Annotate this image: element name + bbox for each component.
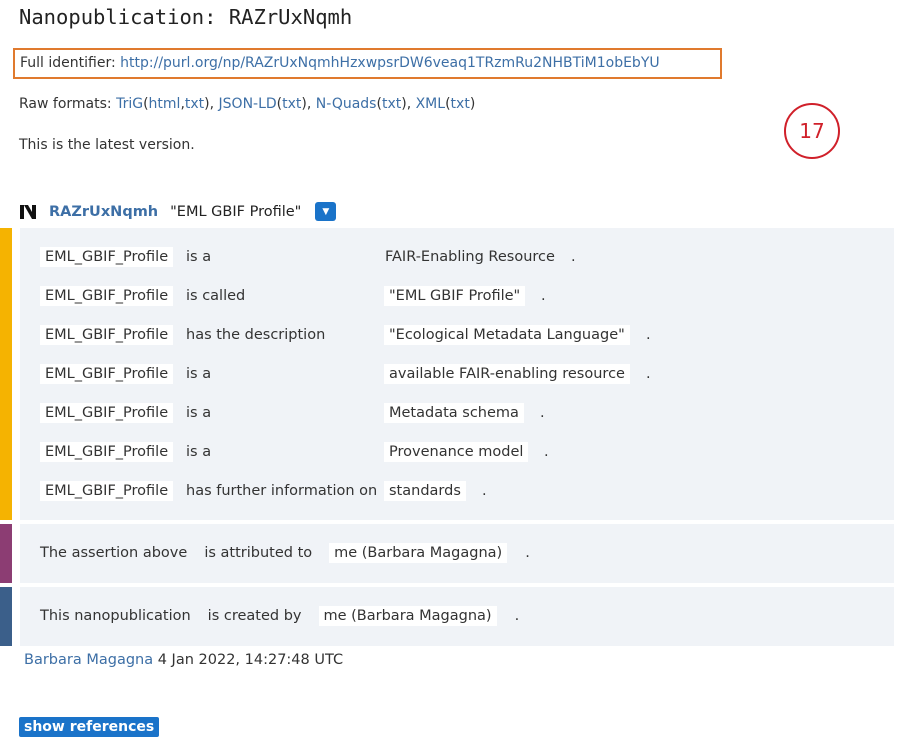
triple-terminator: . [482,483,487,499]
triple-subject[interactable]: EML_GBIF_Profile [40,247,174,267]
triple-subject[interactable]: EML_GBIF_Profile [40,325,174,345]
triple-predicate[interactable]: is a [186,444,211,460]
triple-predicate[interactable]: is called [186,288,245,304]
pubinfo-triple: This nanopublication is created by me (B… [40,604,519,628]
triple-terminator: . [544,444,549,460]
format-n-quads-txt-link[interactable]: txt [382,96,401,112]
step-number-badge: 17 [784,103,840,159]
publication-date: 4 Jan 2022, 14:27:48 UTC [157,652,344,668]
triple-predicate[interactable]: is a [186,366,211,382]
triple-terminator: . [525,545,530,561]
format-xml-txt-link[interactable]: txt [451,96,470,112]
raw-formats-list: TriG(html,txt), JSON-LD(txt), N-Quads(tx… [116,96,476,112]
triple-object[interactable]: "EML GBIF Profile" [384,286,526,306]
triple-object[interactable]: me (Barbara Magagna) [318,606,497,626]
triple-terminator: . [646,327,651,343]
triple-terminator: . [571,249,576,265]
format-json-ld-link[interactable]: JSON-LD [219,96,277,112]
format-trig-html-link[interactable]: html [149,96,181,112]
triple-object[interactable]: Provenance model [384,442,529,462]
triple-predicate[interactable]: is a [186,249,211,265]
page-title: Nanopublication: RAZrUxNqmh [19,5,353,29]
triple-object[interactable]: available FAIR-enabling resource [384,364,630,384]
triple-subject[interactable]: EML_GBIF_Profile [40,286,174,306]
triple-subject[interactable]: EML_GBIF_Profile [40,364,174,384]
triple-predicate[interactable]: is created by [208,608,302,624]
triple-subject[interactable]: EML_GBIF_Profile [40,403,174,423]
format-n-quads-link[interactable]: N-Quads [316,96,377,112]
provenance-graph: The assertion above is attributed to me … [0,524,894,583]
triple-subject[interactable]: EML_GBIF_Profile [40,442,174,462]
triple-object[interactable]: me (Barbara Magagna) [329,543,508,563]
chevron-down-icon: ▼ [322,206,330,217]
format-xml-link[interactable]: XML [416,96,445,112]
full-identifier-link[interactable]: http://purl.org/np/RAZrUxNqmhHzxwpsrDW6v… [120,55,659,71]
triple-terminator: . [514,608,520,624]
pubinfo-graph: This nanopublication is created by me (B… [0,587,894,646]
format-json-ld-txt-link[interactable]: txt [282,96,301,112]
triple-object[interactable]: "Ecological Metadata Language" [384,325,630,345]
triple-terminator: . [646,366,651,382]
full-identifier-label: Full identifier: [20,55,116,71]
author-link[interactable]: Barbara Magagna [24,652,153,668]
provenance-bar [0,524,12,583]
nanopub-dropdown-button[interactable]: ▼ [315,202,337,221]
nanopub-label: "EML GBIF Profile" [170,203,302,220]
triple-subject[interactable]: EML_GBIF_Profile [40,481,174,501]
triple-predicate[interactable]: is a [186,405,211,421]
triple-predicate[interactable]: has the description [186,327,325,343]
nanopub-header: RAZrUxNqmh "EML GBIF Profile" ▼ [19,202,337,221]
full-identifier-highlight: Full identifier: http://purl.org/np/RAZr… [13,48,722,79]
triple-predicate[interactable]: has further information on [186,483,377,499]
triple-terminator: . [541,288,546,304]
assertion-body: EML_GBIF_Profile is a FAIR-Enabling Resour… [20,228,894,520]
triple-subject[interactable]: This nanopublication [40,608,191,624]
provenance-triple: The assertion above is attributed to me … [40,541,530,565]
triple-predicate[interactable]: is attributed to [204,545,312,561]
pubinfo-body: This nanopublication is created by me (B… [20,587,894,646]
triple-subject[interactable]: The assertion above [40,545,187,561]
triple-object[interactable]: FAIR-Enabling Resource [385,249,555,265]
assertion-bar [0,228,12,520]
assertion-graph: EML_GBIF_Profile is a FAIR-Enabling Resour… [0,228,894,520]
version-note: This is the latest version. [19,137,195,153]
format-trig-txt-link[interactable]: txt [185,96,204,112]
triple-object[interactable]: standards [384,481,466,501]
triple-object[interactable]: Metadata schema [384,403,524,423]
raw-formats-label: Raw formats: [19,96,112,112]
provenance-body: The assertion above is attributed to me … [20,524,894,583]
footer-info: Barbara Magagna 4 Jan 2022, 14:27:48 UTC [24,652,343,668]
format-trig-link[interactable]: TriG [116,96,143,112]
nanopub-id-link[interactable]: RAZrUxNqmh [49,204,158,220]
pubinfo-bar [0,587,12,646]
raw-formats: Raw formats: TriG(html,txt), JSON-LD(txt… [19,96,475,112]
triple-terminator: . [540,405,545,421]
nanopub-logo-icon [20,204,36,219]
show-references-button[interactable]: show references [19,717,160,737]
